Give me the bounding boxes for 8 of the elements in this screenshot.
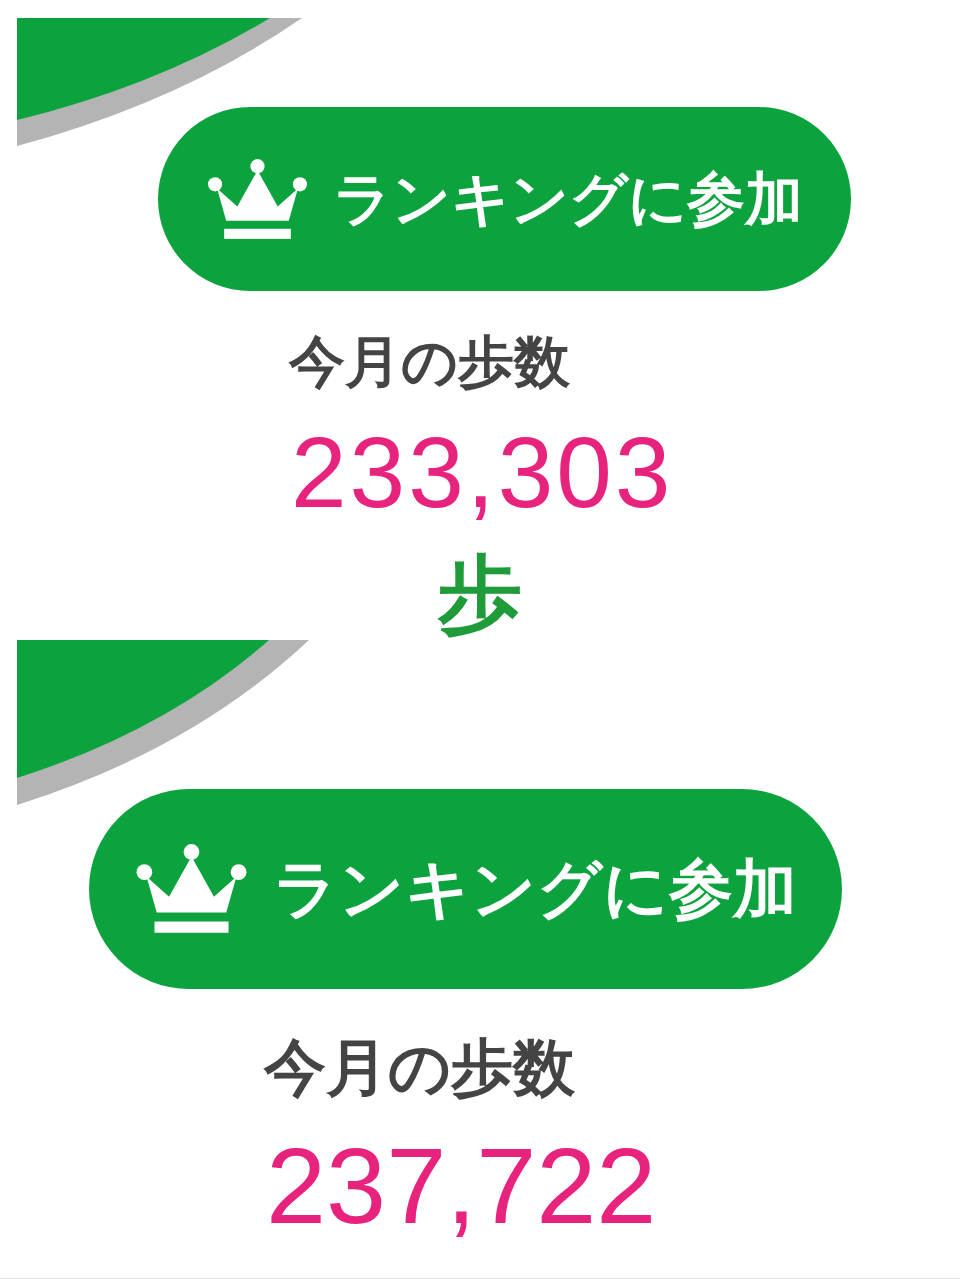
crown-icon	[134, 843, 248, 935]
steps-unit: 歩	[438, 552, 522, 636]
monthly-steps-label: 今月の歩数	[289, 334, 570, 390]
crown-icon	[206, 157, 308, 241]
step-count: 233,303	[291, 422, 674, 522]
step-count: 237,722	[266, 1132, 657, 1240]
monthly-steps-label: 今月の歩数	[264, 1037, 575, 1099]
ranking-button[interactable]: ランキングに参加	[89, 789, 842, 989]
